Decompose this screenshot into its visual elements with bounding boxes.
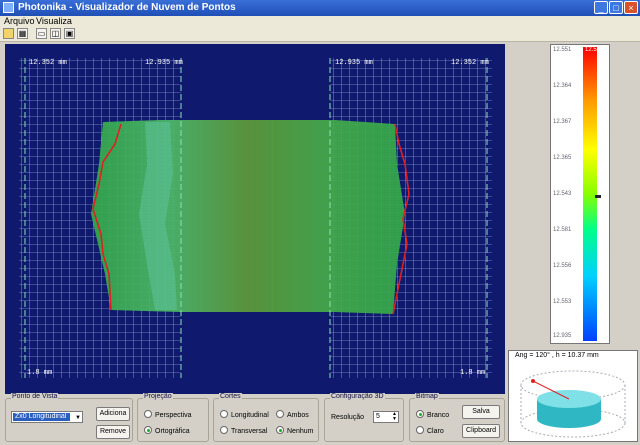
colorbar-tick: 12.367 [553,119,572,125]
label-top-right-a: 12.935 mm [335,59,373,67]
view-single-icon[interactable]: ▭ [36,28,47,39]
app-icon [3,2,14,13]
colorbar-tick: 12.551 [553,47,572,53]
radio-ortografica[interactable]: Ortográfica [144,426,190,436]
minimize-button[interactable]: _ [594,1,608,14]
window-title: Photonika - Visualizador de Nuvem de Pon… [18,2,236,13]
title-bar: Photonika - Visualizador de Nuvem de Pon… [0,0,640,16]
menu-bar: Arquivo Visualiza [0,16,640,27]
view-3d-icon[interactable]: ▣ [64,28,75,39]
angle-height-readout: Ang = 120° , h = 10.37 mm [515,352,599,359]
cylinder-surface [91,120,405,314]
group-projecao: Projeção Perspectiva Ortográfica [137,393,209,442]
point-cloud-svg: 12.352 mm 12.935 mm 12.935 mm 12.352 mm … [19,58,492,378]
colorbar-tick: 12.935 [553,333,572,339]
radio-ambos[interactable]: Ambos [276,410,309,420]
toolbar: ▦ ▭ ◫ ▣ [0,27,640,42]
label-bottom-left: 1.8 mm [27,369,52,377]
open-folder-icon[interactable] [3,28,14,39]
colorbar-tick: 12.364 [553,83,572,89]
colorbar-tick: 12.556 [553,263,572,269]
save-bitmap-button[interactable]: Salva [462,405,500,419]
viewpoint-combo[interactable]: Zx0 Longitudinal ▼ [11,411,83,423]
colorbar-marker[interactable] [595,195,601,198]
group-title: Configuração 3D [330,393,385,400]
remove-viewpoint-button[interactable]: Remove [96,425,130,439]
chevron-down-icon[interactable]: ▼ [75,413,81,423]
radio-claro[interactable]: Claro [416,426,444,436]
maximize-button[interactable]: □ [609,1,623,14]
radio-nenhum[interactable]: Nenhum [276,426,313,436]
label-top-right-b: 12.352 mm [451,59,489,67]
group-configuracao-3d: Configuração 3D Resolução 5 ▲ ▼ [324,393,404,442]
group-ponto-de-vista: Ponto de Vista Zx0 Longitudinal ▼ Adicio… [5,393,133,442]
radio-branco[interactable]: Branco [416,410,449,420]
group-title: Cortes [219,393,242,400]
cylinder-3d-preview[interactable]: Ang = 120° , h = 10.37 mm [508,350,638,442]
label-top-left-b: 12.935 mm [145,59,183,67]
label-top-left-a: 12.352 mm [29,59,67,67]
group-cortes: Cortes Longitudinal Ambos Transversal Ne… [213,393,319,442]
label-bottom-right: 1.8 mm [460,369,485,377]
resolucao-stepper[interactable]: 5 ▲ ▼ [373,411,399,423]
colorbar-tick: 12.553 [553,299,572,305]
colorbar-top-value: 12.551 [585,47,604,53]
stepper-arrows-icon[interactable]: ▲ ▼ [392,412,397,422]
group-title: Bitmap [415,393,439,400]
menu-arquivo[interactable]: Arquivo [4,16,35,27]
clipboard-button[interactable]: Clipboard [462,424,500,438]
group-bitmap: Bitmap Branco Claro Salva Clipboard [409,393,505,442]
add-viewpoint-button[interactable]: Adiciona [96,407,130,421]
group-title: Ponto de Vista [11,393,59,400]
grid-icon[interactable]: ▦ [17,28,28,39]
cylinder-3d-svg [520,370,626,438]
point-cloud-viewport[interactable]: 12.352 mm 12.935 mm 12.935 mm 12.352 mm … [5,44,505,394]
color-gradient [583,47,597,341]
radio-perspectiva[interactable]: Perspectiva [144,410,192,420]
radio-longitudinal[interactable]: Longitudinal [220,410,269,420]
resolucao-label: Resolução [331,414,365,421]
view-split-icon[interactable]: ◫ [50,28,61,39]
colorbar-tick: 12.543 [553,191,572,197]
colorbar-tick: 12.581 [553,227,572,233]
menu-visualiza[interactable]: Visualiza [36,16,72,27]
radio-transversal[interactable]: Transversal [220,426,267,436]
color-scale: 12.551 12.364 12.367 12.365 12.543 12.58… [550,44,610,344]
close-button[interactable]: × [624,1,638,14]
group-title: Projeção [143,393,173,400]
colorbar-tick: 12.365 [553,155,572,161]
